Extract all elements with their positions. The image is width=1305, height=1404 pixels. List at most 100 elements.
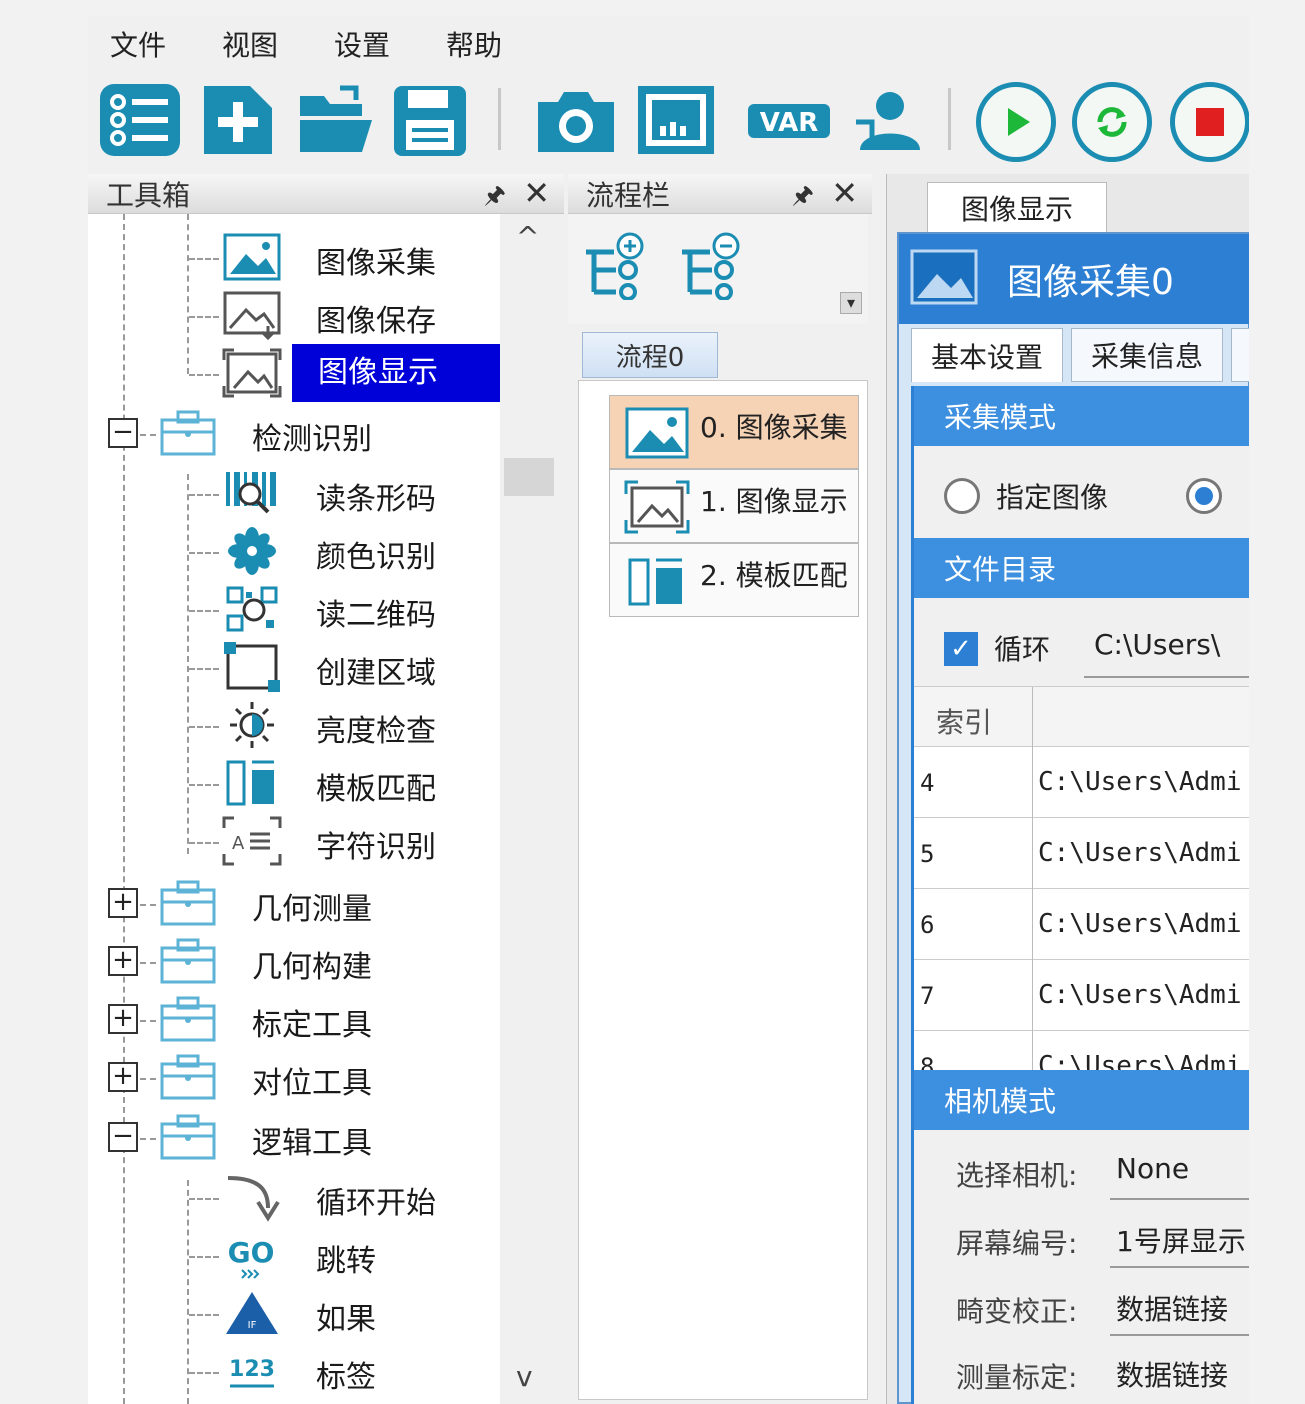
menu-settings[interactable]: 设置 bbox=[334, 24, 390, 64]
tree-item-if[interactable]: IF 如果 bbox=[88, 1284, 500, 1342]
tree-item-label: 颜色识别 bbox=[316, 540, 436, 575]
flow-step-label: 1. 图像显示 bbox=[700, 485, 848, 518]
tree-item-brightness[interactable]: 亮度检查 bbox=[88, 696, 500, 754]
tree-connector bbox=[140, 962, 156, 964]
menu-bar: 文件 视图 设置 帮助 bbox=[88, 16, 1249, 72]
tree-item-template-match[interactable]: 模板匹配 bbox=[88, 754, 500, 812]
flow-step-image-capture[interactable]: 0. 图像采集 bbox=[609, 395, 859, 469]
tree-item-loop-start[interactable]: 循环开始 bbox=[88, 1168, 500, 1226]
tab-image-display[interactable]: 图像显示 bbox=[927, 182, 1107, 232]
tree-item-ocr[interactable]: A 字符识别 bbox=[88, 812, 500, 870]
save-icon[interactable] bbox=[390, 82, 470, 158]
table-row[interactable]: 5 C:\Users\Admi bbox=[914, 818, 1249, 889]
image-capture-icon bbox=[222, 232, 282, 282]
section-capture-mode: 采集模式 bbox=[914, 386, 1249, 446]
section-camera-mode: 相机模式 bbox=[914, 1070, 1249, 1130]
stop-icon[interactable] bbox=[1170, 82, 1249, 162]
flow-step-label: 2. 模板匹配 bbox=[700, 559, 848, 592]
image-view-icon[interactable] bbox=[634, 82, 718, 158]
add-flow-icon[interactable] bbox=[580, 230, 652, 301]
expand-icon[interactable]: + bbox=[108, 1004, 138, 1034]
pin-icon[interactable]: 🖈 bbox=[792, 178, 814, 219]
collapse-icon[interactable]: − bbox=[108, 1122, 138, 1152]
loop-label: 循环 bbox=[994, 633, 1051, 666]
tree-group-alignment[interactable]: + 对位工具 bbox=[88, 1048, 500, 1106]
directory-path[interactable]: C:\Users\ bbox=[1094, 628, 1220, 661]
loop-run-icon[interactable] bbox=[1072, 82, 1152, 162]
tree-item-label: 字符识别 bbox=[316, 830, 436, 865]
toolbox-title: 工具箱 bbox=[106, 178, 191, 212]
cell-index: 5 bbox=[920, 840, 935, 868]
camera-select[interactable]: None bbox=[1116, 1152, 1189, 1185]
field-underline bbox=[1110, 1334, 1249, 1336]
radio-option-selected[interactable] bbox=[1186, 478, 1222, 514]
remove-flow-icon[interactable] bbox=[676, 230, 748, 301]
scroll-down-icon[interactable]: v bbox=[516, 1360, 533, 1393]
dropdown-icon[interactable]: ▾ bbox=[840, 292, 862, 314]
tree-connector bbox=[189, 374, 219, 376]
table-row[interactable]: 6 C:\Users\Admi bbox=[914, 889, 1249, 960]
var-label: VAR bbox=[760, 108, 819, 138]
tree-item-qrcode[interactable]: 读二维码 bbox=[88, 580, 500, 638]
scroll-thumb[interactable] bbox=[504, 458, 554, 496]
tree-group-calibration[interactable]: + 标定工具 bbox=[88, 990, 500, 1048]
tree-item-jump[interactable]: GO 跳转 bbox=[88, 1226, 500, 1284]
flow-panel: 流程栏 🖈 ✕ ▾ 流程0 0. 图像采集 1. 图像显示 2. 模板匹配 bbox=[568, 174, 876, 1404]
menu-view[interactable]: 视图 bbox=[222, 24, 278, 64]
radio-specified-image[interactable] bbox=[944, 478, 980, 514]
camera-icon[interactable] bbox=[534, 82, 618, 158]
cell-index: 4 bbox=[920, 769, 935, 797]
calibration-link[interactable]: 数据链接 bbox=[1116, 1354, 1228, 1394]
image-display-icon bbox=[222, 348, 282, 398]
flow-step-image-display[interactable]: 1. 图像显示 bbox=[609, 469, 859, 543]
tree-item-create-region[interactable]: 创建区域 bbox=[88, 638, 500, 696]
tree-item-image-display[interactable]: 图像显示 bbox=[88, 344, 500, 402]
tree-item-barcode[interactable]: 读条形码 bbox=[88, 464, 500, 522]
tree-group-geometry-measure[interactable]: + 几何测量 bbox=[88, 874, 500, 932]
open-folder-icon[interactable] bbox=[296, 82, 376, 158]
pin-icon[interactable]: 🖈 bbox=[484, 178, 506, 219]
loop-checkbox[interactable]: ✓ bbox=[944, 632, 978, 666]
collapse-icon[interactable]: − bbox=[108, 418, 138, 448]
table-row[interactable]: 4 C:\Users\Admi bbox=[914, 747, 1249, 818]
tab-basic-settings[interactable]: 基本设置 bbox=[911, 328, 1063, 382]
tree-group-detect[interactable]: − 检测识别 bbox=[88, 404, 500, 462]
expand-icon[interactable]: + bbox=[108, 946, 138, 976]
run-icon[interactable] bbox=[976, 82, 1056, 162]
menu-help[interactable]: 帮助 bbox=[446, 24, 502, 64]
tree-connector bbox=[189, 1372, 219, 1374]
menu-file[interactable]: 文件 bbox=[110, 24, 166, 64]
tree-item-color-recognition[interactable]: 颜色识别 bbox=[88, 522, 500, 580]
tree-connector bbox=[189, 842, 219, 844]
table-row[interactable]: 8 C:\Users\Admi bbox=[914, 1031, 1249, 1070]
tree-item-label-tool[interactable]: 123 标签 bbox=[88, 1342, 500, 1400]
section-file-directory: 文件目录 bbox=[914, 538, 1249, 598]
toolbox-scrollbar[interactable] bbox=[500, 214, 564, 1404]
close-icon[interactable]: ✕ bbox=[523, 174, 550, 212]
tree-item-image-save[interactable]: 图像保存 bbox=[88, 286, 500, 344]
module-tabs: 基本设置 采集信息 bbox=[911, 326, 1249, 384]
distortion-link[interactable]: 数据链接 bbox=[1116, 1288, 1228, 1328]
tree-group-logic[interactable]: − 逻辑工具 bbox=[88, 1108, 500, 1166]
list-icon[interactable] bbox=[98, 82, 182, 158]
tree-connector bbox=[189, 668, 219, 670]
expand-icon[interactable]: + bbox=[108, 888, 138, 918]
table-row[interactable]: 7 C:\Users\Admi bbox=[914, 960, 1249, 1031]
tree-item-image-capture[interactable]: 图像采集 bbox=[88, 228, 500, 286]
expand-icon[interactable]: + bbox=[108, 1062, 138, 1092]
field-label: 屏幕编号: bbox=[956, 1227, 1078, 1260]
tab-capture-info[interactable]: 采集信息 bbox=[1071, 328, 1223, 382]
screen-number-select[interactable]: 1号屏显示 bbox=[1116, 1220, 1246, 1260]
tab-more[interactable] bbox=[1231, 328, 1249, 382]
module-title-bar: 图像采集0 bbox=[899, 234, 1249, 324]
close-icon[interactable]: ✕ bbox=[831, 174, 858, 212]
tree-group-geometry-build[interactable]: + 几何构建 bbox=[88, 932, 500, 990]
var-icon[interactable]: VAR bbox=[744, 82, 834, 158]
new-icon[interactable] bbox=[200, 82, 276, 158]
flow-step-template-match[interactable]: 2. 模板匹配 bbox=[609, 543, 859, 617]
user-icon[interactable] bbox=[850, 82, 926, 158]
scroll-up-icon[interactable]: ^ bbox=[516, 220, 539, 253]
tree-connector bbox=[189, 258, 219, 260]
tab-flow0[interactable]: 流程0 bbox=[582, 332, 718, 378]
template-match-icon bbox=[222, 758, 282, 808]
